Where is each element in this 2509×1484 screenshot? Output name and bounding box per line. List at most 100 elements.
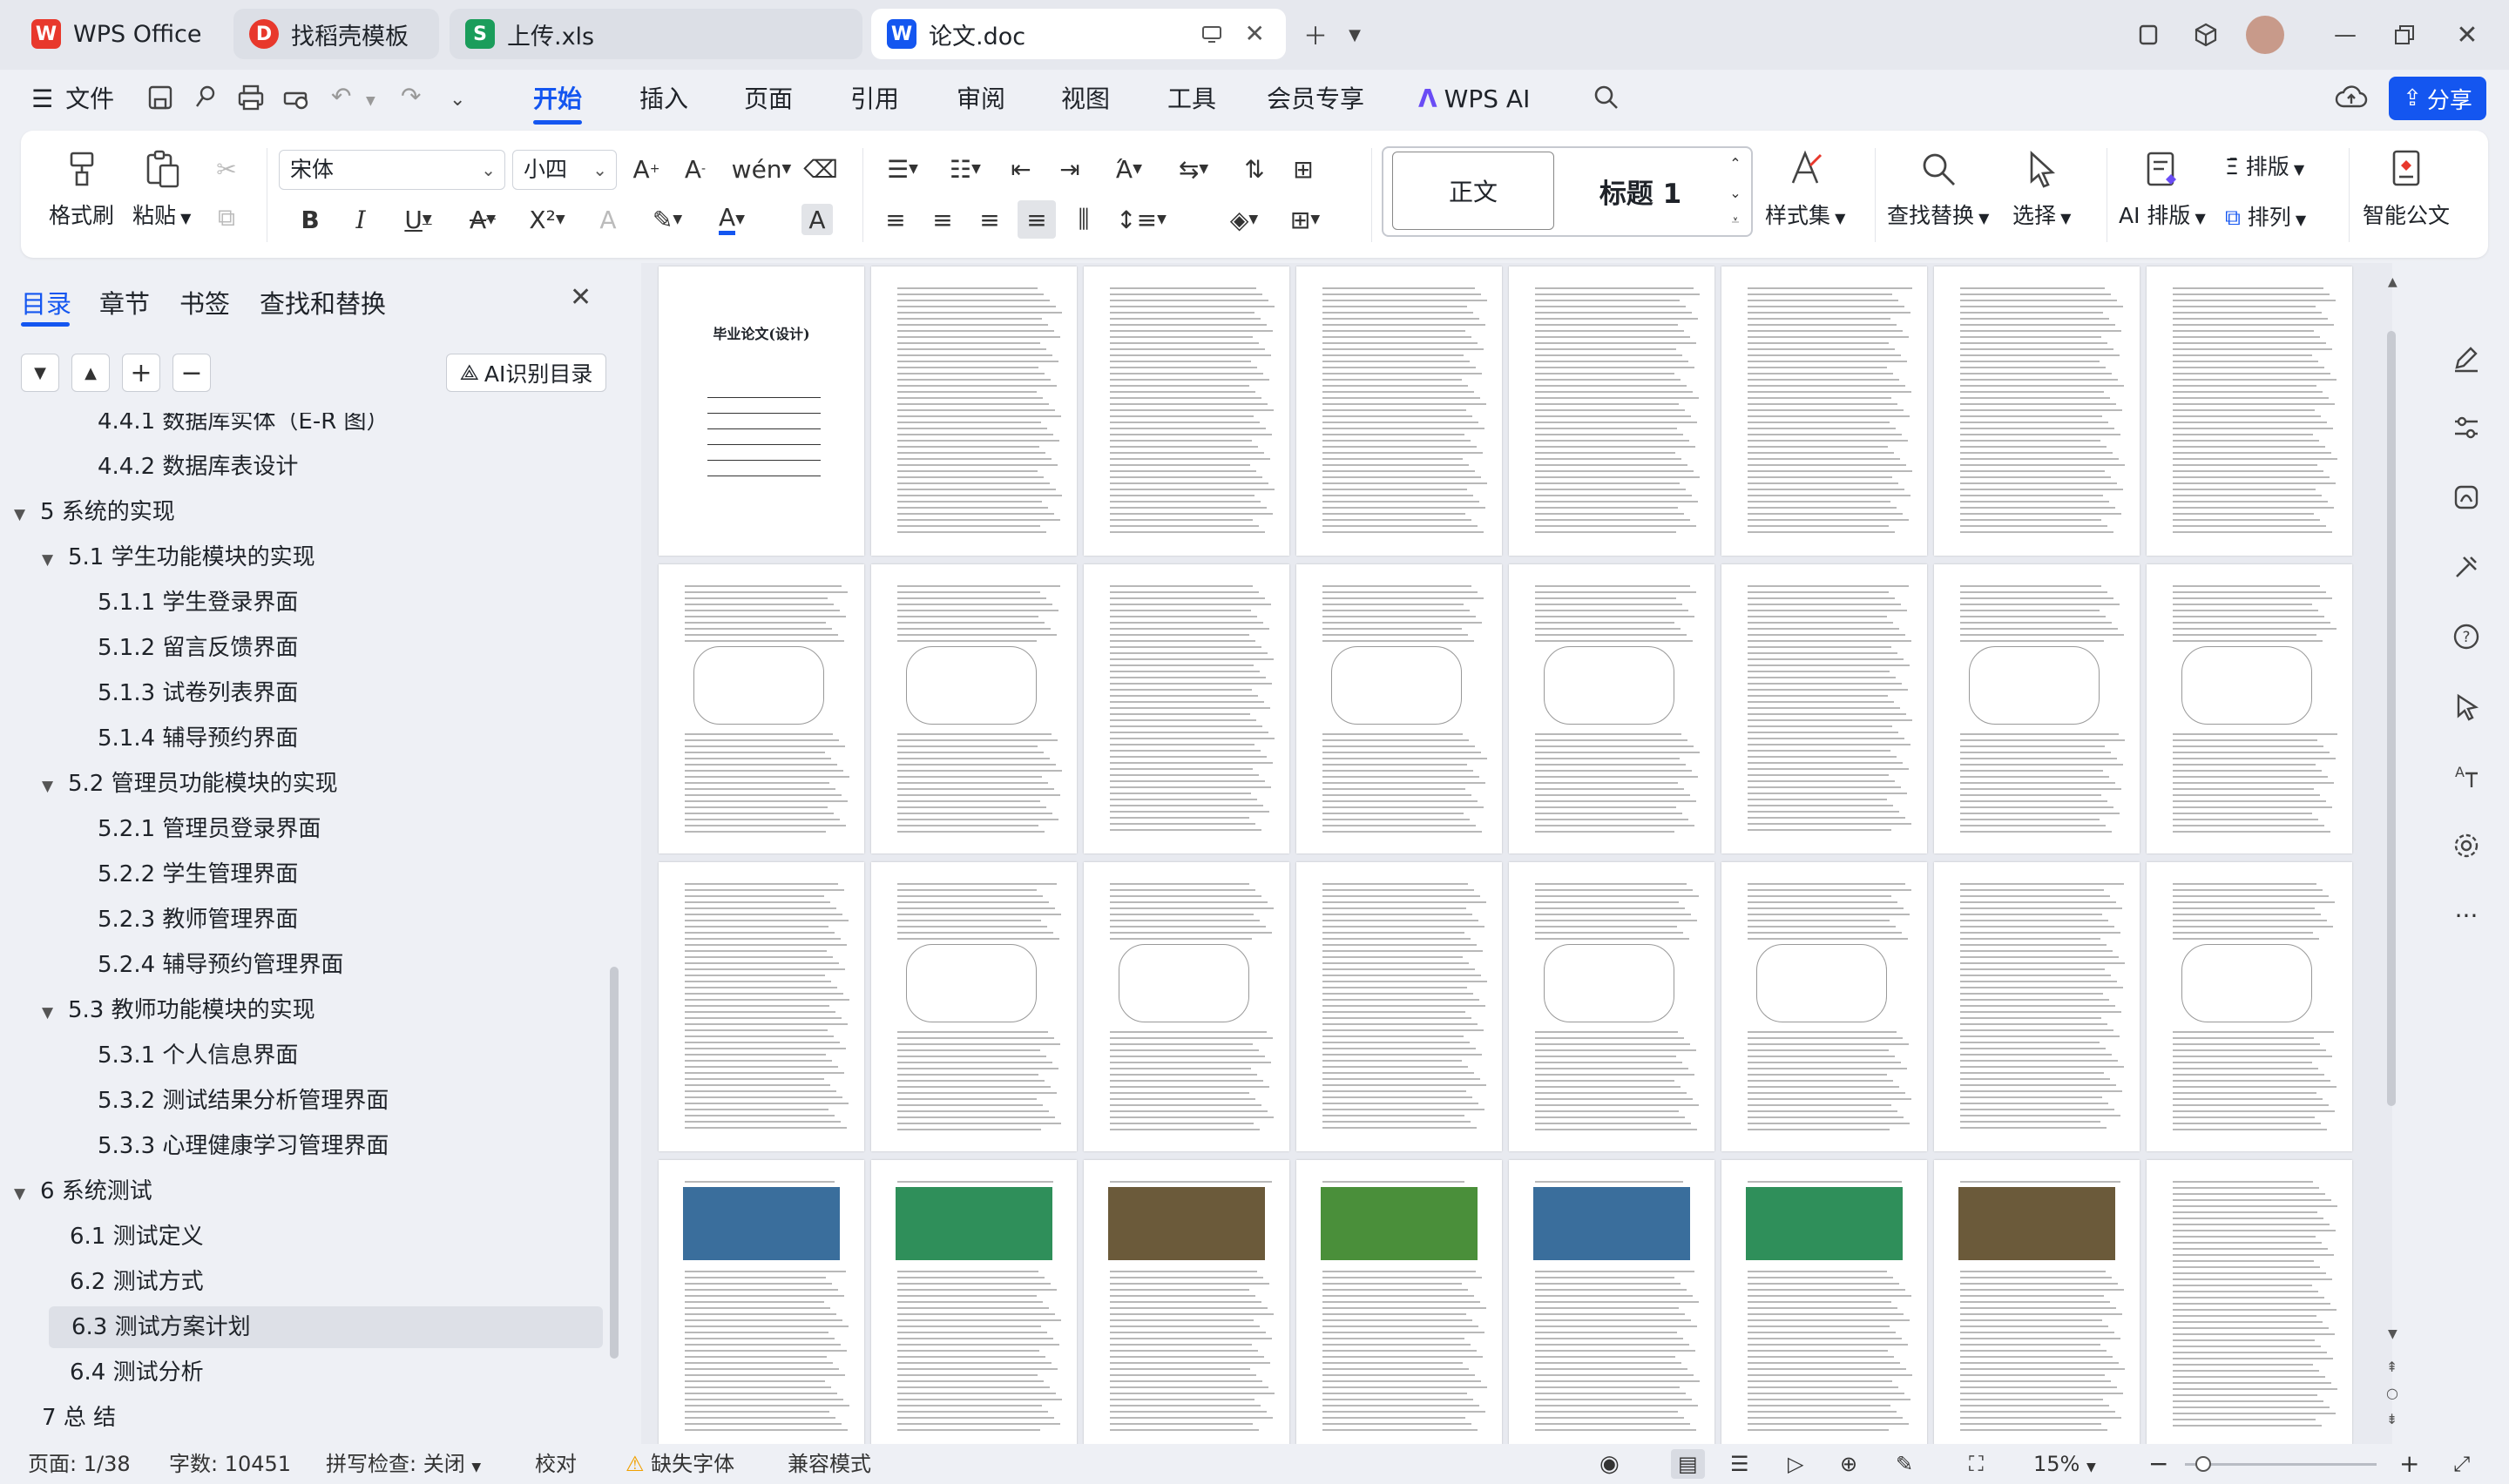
- paste-button[interactable]: 粘贴 ▼: [132, 148, 191, 230]
- page-thumbnail[interactable]: [1296, 1160, 1502, 1444]
- select-browse-icon[interactable]: ○: [2386, 1385, 2398, 1401]
- toc-item[interactable]: 5.2.3 教师管理界面: [98, 899, 298, 941]
- close-window-icon[interactable]: ✕: [2450, 17, 2485, 52]
- zoom-slider[interactable]: [2185, 1463, 2377, 1466]
- expand-toggle-icon[interactable]: ▼: [14, 494, 40, 536]
- page-thumbnail[interactable]: [1934, 564, 2140, 853]
- menu-references[interactable]: 引用: [850, 80, 899, 118]
- toc-item[interactable]: 6.2 测试方式: [70, 1261, 204, 1303]
- font-grow-icon[interactable]: A +: [627, 150, 666, 188]
- panel-scrollbar[interactable]: [610, 967, 619, 1359]
- menu-home[interactable]: 开始: [533, 80, 582, 118]
- tab-upload-xls[interactable]: S 上传.xls: [450, 9, 862, 59]
- share-button[interactable]: ⇪ 分享: [2389, 77, 2486, 120]
- highlight-icon[interactable]: ✎ ▼: [641, 200, 693, 239]
- page-thumbnail[interactable]: [659, 1160, 864, 1444]
- page-thumbnail[interactable]: [1296, 862, 1502, 1151]
- page-thumbnail[interactable]: [1296, 564, 1502, 853]
- new-tab-icon[interactable]: ＋: [1298, 17, 1333, 52]
- chevron-down-icon[interactable]: ▼: [1337, 17, 1372, 52]
- page-thumbnail[interactable]: [1934, 266, 2140, 556]
- page-thumbnail[interactable]: [871, 266, 1077, 556]
- underline-icon[interactable]: U ▼: [392, 200, 444, 239]
- page-thumbnail[interactable]: [1509, 266, 1714, 556]
- toc-item[interactable]: 4.4.1 数据库实体（E-R 图）: [98, 413, 389, 442]
- help-icon[interactable]: ?: [2445, 615, 2488, 658]
- search-icon[interactable]: [1591, 82, 1626, 117]
- zoom-in-icon[interactable]: +: [2399, 1449, 2419, 1479]
- panel-tab-bookmarks[interactable]: 书签: [179, 284, 230, 320]
- expand-toggle-icon[interactable]: ▼: [14, 1173, 40, 1215]
- menu-page[interactable]: 页面: [744, 80, 793, 118]
- page-thumbnail[interactable]: [1084, 1160, 1289, 1444]
- page-thumbnail[interactable]: [659, 564, 864, 853]
- toc-item[interactable]: ▼ 6 系统测试: [14, 1170, 152, 1212]
- fullscreen-icon[interactable]: ⤢: [2453, 1449, 2470, 1479]
- menu-view[interactable]: 视图: [1061, 80, 1110, 118]
- outline-view-icon[interactable]: ☰: [1730, 1449, 1749, 1479]
- spell-check-toggle[interactable]: 拼写检查: 关闭 ▼: [326, 1449, 481, 1479]
- arrange-button[interactable]: ⧉ 排列 ▼: [2225, 200, 2306, 232]
- style-set-button[interactable]: 样式集 ▼: [1765, 148, 1845, 230]
- text-direction-icon[interactable]: Ά ▼: [1103, 150, 1155, 188]
- gear-icon[interactable]: [2445, 824, 2488, 867]
- page-thumbnail[interactable]: [871, 862, 1077, 1151]
- toc-item[interactable]: 7 总 结: [42, 1397, 116, 1439]
- web-view-icon[interactable]: ⊕: [1840, 1449, 1857, 1479]
- tools-icon[interactable]: [2445, 545, 2488, 589]
- page-thumbnail[interactable]: [871, 1160, 1077, 1444]
- select-button[interactable]: 选择 ▼: [2012, 148, 2071, 230]
- decrease-indent-icon[interactable]: ⇤: [1002, 150, 1040, 188]
- borders-icon[interactable]: ⊞ ▼: [1279, 200, 1331, 239]
- font-color-icon[interactable]: A ▼: [706, 200, 758, 239]
- page-thumbnail[interactable]: [1509, 862, 1714, 1151]
- style-heading-1[interactable]: 标题 1: [1559, 152, 1721, 230]
- menu-tools[interactable]: 工具: [1167, 80, 1216, 118]
- redo-icon[interactable]: ↷: [401, 82, 436, 117]
- toc-item[interactable]: 5.3.2 测试结果分析管理界面: [98, 1080, 389, 1122]
- next-page-icon[interactable]: ⇟: [2386, 1411, 2397, 1427]
- more-chevron-icon[interactable]: ⌄: [450, 89, 484, 124]
- proofread-button[interactable]: 校对: [535, 1449, 577, 1479]
- zoom-out-icon[interactable]: −: [2148, 1449, 2168, 1479]
- adjust-icon[interactable]: [2445, 406, 2488, 449]
- format-painter-button[interactable]: 格式刷: [49, 148, 114, 230]
- missing-font-button[interactable]: ⚠ 缺失字体: [626, 1449, 734, 1479]
- menu-insert[interactable]: 插入: [639, 80, 688, 118]
- toc-item[interactable]: 5.2.4 辅导预约管理界面: [98, 944, 343, 986]
- align-left-icon[interactable]: ≡: [876, 200, 915, 239]
- page-thumbnail[interactable]: [1296, 266, 1502, 556]
- smart-doc-button[interactable]: 智能公文: [2363, 148, 2450, 230]
- scroll-up-icon[interactable]: ▲: [2388, 275, 2397, 289]
- link-icon[interactable]: [190, 82, 225, 117]
- file-menu[interactable]: ☰ 文件: [31, 80, 114, 118]
- format-icon[interactable]: [2445, 476, 2488, 519]
- page-thumbnail[interactable]: [2147, 564, 2352, 853]
- style-up-icon[interactable]: ⌃: [1723, 150, 1748, 176]
- text-effect-icon[interactable]: A: [589, 200, 627, 239]
- toc-item[interactable]: 5.1.2 留言反馈界面: [98, 627, 298, 669]
- cube-icon[interactable]: [2188, 17, 2223, 52]
- eye-protection-icon[interactable]: ◉: [1599, 1449, 1620, 1479]
- page-thumbnail[interactable]: [1084, 862, 1289, 1151]
- wps-ai-button[interactable]: Λ WPS AI: [1418, 80, 1530, 118]
- toc-item[interactable]: ▼ 5.1 学生功能模块的实现: [42, 536, 315, 578]
- fit-page-icon[interactable]: ⛶: [1969, 1449, 1984, 1479]
- play-icon[interactable]: ▷: [1788, 1449, 1803, 1479]
- tab-thesis-doc[interactable]: W 论文.doc ✕: [871, 9, 1286, 59]
- minimize-icon[interactable]: —: [2328, 17, 2363, 52]
- italic-icon[interactable]: I: [342, 200, 380, 239]
- screen-icon[interactable]: [1200, 23, 1223, 45]
- page-thumbnail[interactable]: [1509, 564, 1714, 853]
- convert-icon[interactable]: ⇆ ▼: [1167, 150, 1220, 188]
- toc-item[interactable]: 5.2.2 学生管理界面: [98, 853, 298, 895]
- toc-item[interactable]: 5.3.1 个人信息界面: [98, 1035, 298, 1076]
- scroll-down-icon[interactable]: ▼: [2388, 1327, 2397, 1341]
- page-thumbnail[interactable]: [1721, 266, 1927, 556]
- add-heading-icon[interactable]: +: [122, 354, 160, 392]
- panel-tab-chapters[interactable]: 章节: [99, 284, 150, 320]
- align-center-icon[interactable]: ≡: [923, 200, 962, 239]
- distribute-icon[interactable]: ⫼: [1065, 200, 1103, 239]
- style-down-icon[interactable]: ⌄: [1723, 179, 1748, 206]
- toc-item[interactable]: ▼ 5 系统的实现: [14, 491, 175, 533]
